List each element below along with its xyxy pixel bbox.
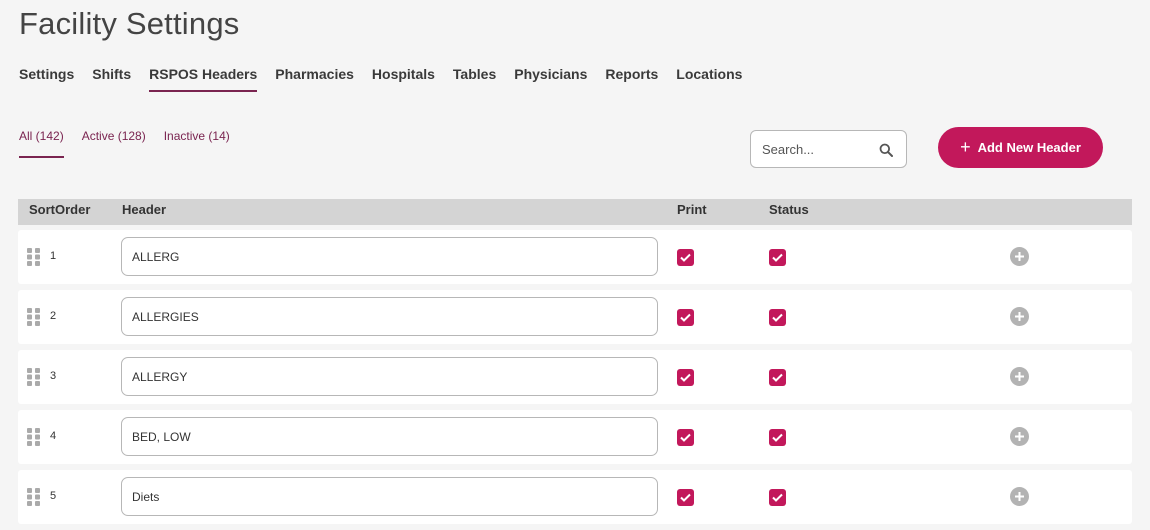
tab-reports[interactable]: Reports xyxy=(605,66,658,92)
page-title: Facility Settings xyxy=(19,6,240,41)
status-checkbox[interactable] xyxy=(769,489,786,506)
header-name-input[interactable] xyxy=(121,477,658,516)
table-row: 3 xyxy=(18,350,1132,404)
plus-circle-icon[interactable] xyxy=(1010,427,1029,446)
col-print: Print xyxy=(677,202,707,217)
print-checkbox[interactable] xyxy=(677,429,694,446)
tab-tables[interactable]: Tables xyxy=(453,66,496,92)
plus-circle-icon[interactable] xyxy=(1010,307,1029,326)
sort-order-value: 1 xyxy=(50,250,57,262)
table-header: SortOrder Header Print Status xyxy=(18,199,1132,225)
filter-tab-active[interactable]: Active (128) xyxy=(82,129,146,158)
tab-settings[interactable]: Settings xyxy=(19,66,74,92)
checkmark-icon xyxy=(680,433,691,442)
drag-handle-icon[interactable] xyxy=(27,368,41,386)
status-checkbox[interactable] xyxy=(769,309,786,326)
header-name-input[interactable] xyxy=(121,237,658,276)
add-new-header-label: Add New Header xyxy=(977,140,1081,155)
tab-locations[interactable]: Locations xyxy=(676,66,742,92)
search-input[interactable] xyxy=(760,140,879,158)
checkmark-icon xyxy=(680,253,691,262)
checkmark-icon xyxy=(772,253,783,262)
tab-shifts[interactable]: Shifts xyxy=(92,66,131,92)
print-checkbox[interactable] xyxy=(677,369,694,386)
table-row: 2 xyxy=(18,290,1132,344)
tab-hospitals[interactable]: Hospitals xyxy=(372,66,435,92)
table-row: 4 xyxy=(18,410,1132,464)
col-status: Status xyxy=(769,202,809,217)
col-header: Header xyxy=(122,202,167,217)
filter-tab-inactive[interactable]: Inactive (14) xyxy=(164,129,230,158)
status-checkbox[interactable] xyxy=(769,429,786,446)
plus-circle-icon[interactable] xyxy=(1010,367,1029,386)
filter-tab-all[interactable]: All (142) xyxy=(19,129,64,158)
sort-order-value: 3 xyxy=(50,370,57,382)
search-box xyxy=(750,130,907,168)
plus-circle-icon[interactable] xyxy=(1010,247,1029,266)
header-name-input[interactable] xyxy=(121,417,658,456)
sort-order-value: 5 xyxy=(50,490,57,502)
filter-tabs: All (142) Active (128) Inactive (14) xyxy=(19,129,230,158)
tab-rspos-headers[interactable]: RSPOS Headers xyxy=(149,66,258,92)
checkmark-icon xyxy=(680,373,691,382)
sort-order-value: 2 xyxy=(50,310,57,322)
print-checkbox[interactable] xyxy=(677,249,694,266)
status-checkbox[interactable] xyxy=(769,249,786,266)
sort-order-value: 4 xyxy=(50,430,57,442)
checkmark-icon xyxy=(772,373,783,382)
table-row: 5 xyxy=(18,470,1132,524)
search-icon[interactable] xyxy=(879,143,893,157)
checkmark-icon xyxy=(772,493,783,502)
print-checkbox[interactable] xyxy=(677,489,694,506)
header-name-input[interactable] xyxy=(121,297,658,336)
add-new-header-button[interactable]: + Add New Header xyxy=(938,127,1103,168)
print-checkbox[interactable] xyxy=(677,309,694,326)
checkmark-icon xyxy=(680,493,691,502)
tab-pharmacies[interactable]: Pharmacies xyxy=(275,66,354,92)
drag-handle-icon[interactable] xyxy=(27,248,41,266)
checkmark-icon xyxy=(680,313,691,322)
checkmark-icon xyxy=(772,433,783,442)
status-checkbox[interactable] xyxy=(769,369,786,386)
table-row: 1 xyxy=(18,230,1132,284)
checkmark-icon xyxy=(772,313,783,322)
drag-handle-icon[interactable] xyxy=(27,488,41,506)
drag-handle-icon[interactable] xyxy=(27,428,41,446)
plus-icon: + xyxy=(960,136,971,157)
header-name-input[interactable] xyxy=(121,357,658,396)
plus-circle-icon[interactable] xyxy=(1010,487,1029,506)
drag-handle-icon[interactable] xyxy=(27,308,41,326)
tab-physicians[interactable]: Physicians xyxy=(514,66,587,92)
col-sort-order: SortOrder xyxy=(29,202,91,217)
main-tabs: Settings Shifts RSPOS Headers Pharmacies… xyxy=(19,66,742,92)
